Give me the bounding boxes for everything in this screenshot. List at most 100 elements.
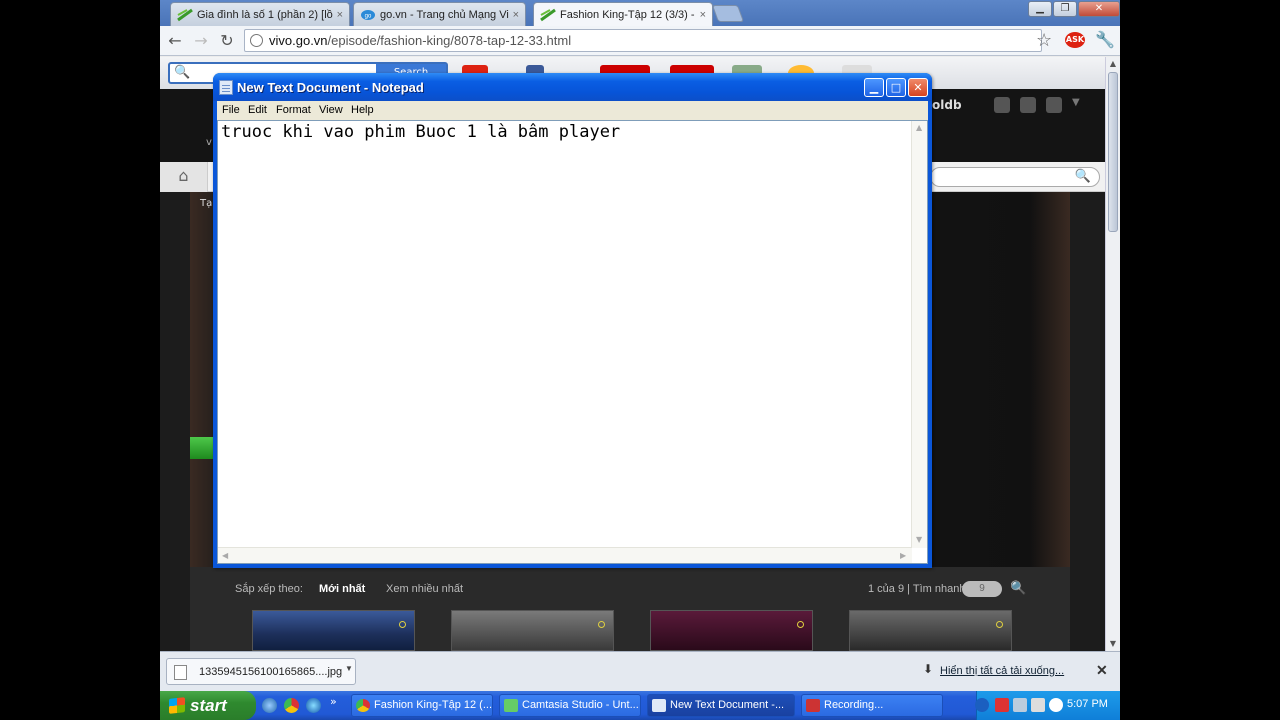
episode-thumbnail[interactable]	[650, 610, 813, 651]
episode-thumbnail[interactable]	[451, 610, 614, 651]
page-scrollbar[interactable]: ▲ ▼	[1105, 57, 1120, 651]
back-arrow-icon[interactable]: ←	[164, 31, 186, 51]
menu-edit[interactable]: Edit	[248, 104, 267, 116]
browser-toolbar: ← → ↻ vivo.go.vn/episode/fashion-king/80…	[160, 26, 1120, 56]
bookmark-star-icon[interactable]: ☆	[1036, 30, 1052, 51]
new-tab-button[interactable]	[711, 5, 745, 22]
scroll-up-icon[interactable]: ▲	[916, 123, 922, 132]
tab-label: Gia đình là số 1 (phần 2) [lồng	[197, 8, 333, 21]
taskbar-button-camtasia[interactable]: Camtasia Studio - Unt...	[499, 694, 641, 717]
start-label: start	[190, 696, 227, 715]
taskbar-button-label: Camtasia Studio - Unt...	[522, 699, 639, 711]
scroll-down-icon[interactable]: ▼	[916, 535, 922, 544]
scrollbar-thumb[interactable]	[1108, 72, 1118, 232]
notepad-horizontal-scrollbar[interactable]: ◀ ▶	[218, 547, 912, 563]
notepad-vertical-scrollbar[interactable]: ▲ ▼	[911, 121, 927, 548]
episode-thumbnail[interactable]	[849, 610, 1012, 651]
rss-icon[interactable]	[994, 97, 1010, 113]
close-button[interactable]: ✕	[908, 78, 928, 97]
network-icon[interactable]	[1013, 698, 1027, 712]
menu-help[interactable]: Help	[351, 104, 374, 116]
notepad-text: truoc khi vao phim Buoc 1 là bâm player	[221, 122, 621, 142]
tab-close-icon[interactable]: ×	[337, 9, 343, 21]
taskbar-button-notepad[interactable]: New Text Document -...	[647, 694, 795, 717]
scroll-up-icon[interactable]: ▲	[1106, 57, 1120, 71]
url-path: /episode/fashion-king/8078-tap-12-33.htm…	[327, 33, 572, 48]
scroll-right-icon[interactable]: ▶	[900, 551, 906, 560]
user-icon[interactable]	[1020, 97, 1036, 113]
notepad-window: New Text Document - Notepad ▁ □ ✕ File E…	[213, 73, 932, 568]
browser-minimize-button[interactable]: ▁	[1028, 1, 1052, 17]
antivirus-icon[interactable]	[995, 698, 1009, 712]
forward-arrow-icon[interactable]: →	[190, 31, 212, 51]
notepad-title-bar[interactable]: New Text Document - Notepad ▁ □ ✕	[213, 73, 932, 101]
tab-close-icon[interactable]: ×	[513, 9, 519, 21]
windows-logo-icon	[169, 697, 185, 714]
player-label: Tạ	[200, 198, 213, 209]
browser-restore-button[interactable]: ❐	[1053, 1, 1077, 17]
tab-label: go.vn - Trang chủ Mạng Việt N	[380, 8, 509, 21]
site-subtext: v	[206, 137, 212, 148]
tab-close-icon[interactable]: ×	[700, 9, 706, 21]
taskbar: start » Fashion King-Tập 12 (... Camtasi…	[160, 691, 1120, 720]
url-host: vivo.go.vn	[269, 33, 328, 48]
svg-text:go: go	[365, 13, 372, 19]
sort-label: Sắp xếp theo:	[235, 583, 303, 595]
maximize-button[interactable]: □	[886, 78, 906, 97]
page-info: 1 của 9 | Tìm nhanh	[868, 583, 966, 595]
episode-thumbnail[interactable]	[252, 610, 415, 651]
home-icon[interactable]: ⌂	[160, 162, 208, 192]
image-file-icon	[174, 665, 187, 680]
scroll-down-icon[interactable]: ▼	[1106, 637, 1120, 651]
clock: 5:07 PM	[1067, 698, 1108, 710]
ask-toolbar-icon[interactable]: ASK	[1065, 32, 1085, 48]
browser-close-button[interactable]: ✕	[1078, 1, 1120, 17]
notepad-text-area[interactable]: truoc khi vao phim Buoc 1 là bâm player …	[217, 120, 928, 564]
site-header-text: oldb	[932, 98, 962, 112]
show-all-downloads-link[interactable]: Hiển thị tất cả tải xuống...	[940, 665, 1064, 677]
site-search-input[interactable]: 🔍	[930, 167, 1100, 187]
download-shelf: 1335945156100165865....jpg ▼ ⬇ Hiển thị …	[160, 651, 1120, 691]
address-bar[interactable]: vivo.go.vn/episode/fashion-king/8078-tap…	[244, 29, 1042, 52]
chat-icon[interactable]	[1046, 97, 1062, 113]
recording-icon	[806, 699, 820, 712]
wrench-menu-icon[interactable]: 🔧	[1095, 30, 1115, 49]
chevron-down-icon[interactable]: ▼	[1072, 97, 1088, 113]
volume-icon[interactable]	[1031, 698, 1045, 712]
camtasia-icon	[504, 699, 518, 712]
quicklaunch-overflow-icon[interactable]: »	[330, 695, 337, 708]
scroll-left-icon[interactable]: ◀	[222, 551, 228, 560]
reload-icon[interactable]: ↻	[216, 31, 238, 51]
tab-label: Fashion King-Tập 12 (3/3) - Fa	[560, 8, 696, 21]
sort-most-viewed-link[interactable]: Xem nhiều nhất	[386, 583, 463, 595]
chrome-icon[interactable]	[284, 698, 299, 713]
minimize-button[interactable]: ▁	[864, 78, 884, 97]
tray-expand-icon[interactable]	[975, 698, 989, 712]
screen: Gia đình là số 1 (phần 2) [lồng × go go.…	[160, 0, 1120, 720]
system-tray: 5:07 PM	[975, 691, 1120, 720]
notepad-icon	[219, 80, 233, 95]
chevron-down-icon[interactable]: ▼	[345, 664, 353, 673]
menu-file[interactable]: File	[222, 104, 240, 116]
menu-view[interactable]: View	[319, 104, 343, 116]
taskbar-button-recording[interactable]: Recording...	[801, 694, 943, 717]
download-file-name: 1335945156100165865....jpg	[199, 666, 343, 678]
search-icon[interactable]: 🔍	[1010, 580, 1026, 596]
site-favicon-icon	[177, 8, 193, 21]
tab-fashion-king[interactable]: Fashion King-Tập 12 (3/3) - Fa ×	[533, 2, 713, 26]
taskbar-button-label: New Text Document -...	[670, 699, 785, 711]
search-icon[interactable]: 🔍	[1075, 169, 1091, 184]
close-icon[interactable]: ✕	[1096, 662, 1108, 679]
start-button[interactable]: start	[160, 691, 256, 720]
download-item[interactable]: 1335945156100165865....jpg ▼	[166, 658, 356, 685]
taskbar-button-chrome[interactable]: Fashion King-Tập 12 (...	[351, 694, 493, 717]
ie-icon[interactable]	[306, 698, 321, 713]
tab-go-vn[interactable]: go go.vn - Trang chủ Mạng Việt N ×	[353, 2, 526, 26]
sort-newest-link[interactable]: Mới nhất	[319, 583, 365, 595]
tab-gia-dinh[interactable]: Gia đình là số 1 (phần 2) [lồng ×	[170, 2, 350, 26]
page-jump-input[interactable]: 9	[962, 581, 1002, 597]
sort-bar: Sắp xếp theo: Mới nhất Xem nhiều nhất 1 …	[220, 577, 1040, 601]
desktop-icon[interactable]	[262, 698, 277, 713]
tray-app-icon[interactable]	[1049, 698, 1063, 712]
menu-format[interactable]: Format	[276, 104, 311, 116]
